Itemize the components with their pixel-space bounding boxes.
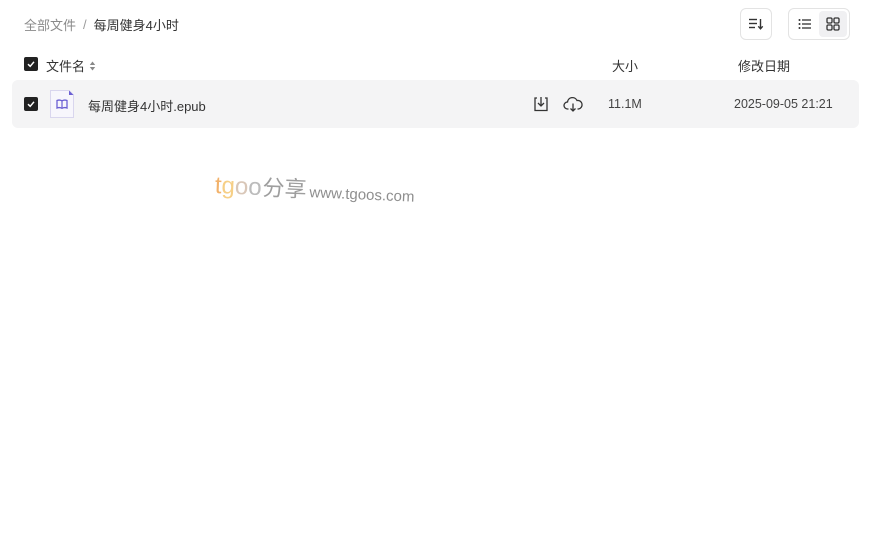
column-header-name[interactable]: 文件名 [46,56,96,75]
check-icon [27,101,35,108]
watermark-brand: tgoo [214,172,262,202]
grid-view-button[interactable] [819,11,847,37]
row-checkbox[interactable] [24,97,38,111]
breadcrumb-current: 每周健身4小时 [93,17,179,33]
file-modified-date: 2025-09-05 21:21 [734,97,833,111]
list-view-button[interactable] [791,11,819,37]
sort-icon [749,18,764,30]
file-name[interactable]: 每周健身4小时.epub [88,96,206,115]
view-toggle [788,8,850,40]
watermark: tgoo 分享 www.tgoos.com [214,168,415,209]
list-view-icon [798,19,811,29]
cloud-save-icon[interactable] [563,95,583,113]
sort-button[interactable] [740,8,772,40]
file-size: 11.1M [608,97,642,111]
epub-book-icon [50,90,74,118]
column-header-size[interactable]: 大小 [612,56,638,75]
breadcrumb-root-link[interactable]: 全部文件 [24,15,76,34]
watermark-brand-char: o [247,173,263,202]
check-icon [27,61,35,68]
watermark-brand-char: g [221,172,236,200]
select-all-checkbox[interactable] [24,57,38,71]
table-row[interactable]: 每周健身4小时.epub 11.1M 2025-09-05 21:21 [12,80,859,128]
column-header-date[interactable]: 修改日期 [738,56,790,75]
breadcrumb: 全部文件 / 每周健身4小时 [24,14,179,34]
grid-view-icon [826,17,840,31]
column-header-name-label: 文件名 [46,59,86,74]
table-header: 文件名 大小 修改日期 [24,54,854,74]
breadcrumb-separator: / [83,16,87,32]
watermark-url: www.tgoos.com [309,184,415,206]
sort-caret-icon [89,60,96,72]
watermark-share: 分享 [262,175,308,202]
download-icon[interactable] [532,95,550,113]
